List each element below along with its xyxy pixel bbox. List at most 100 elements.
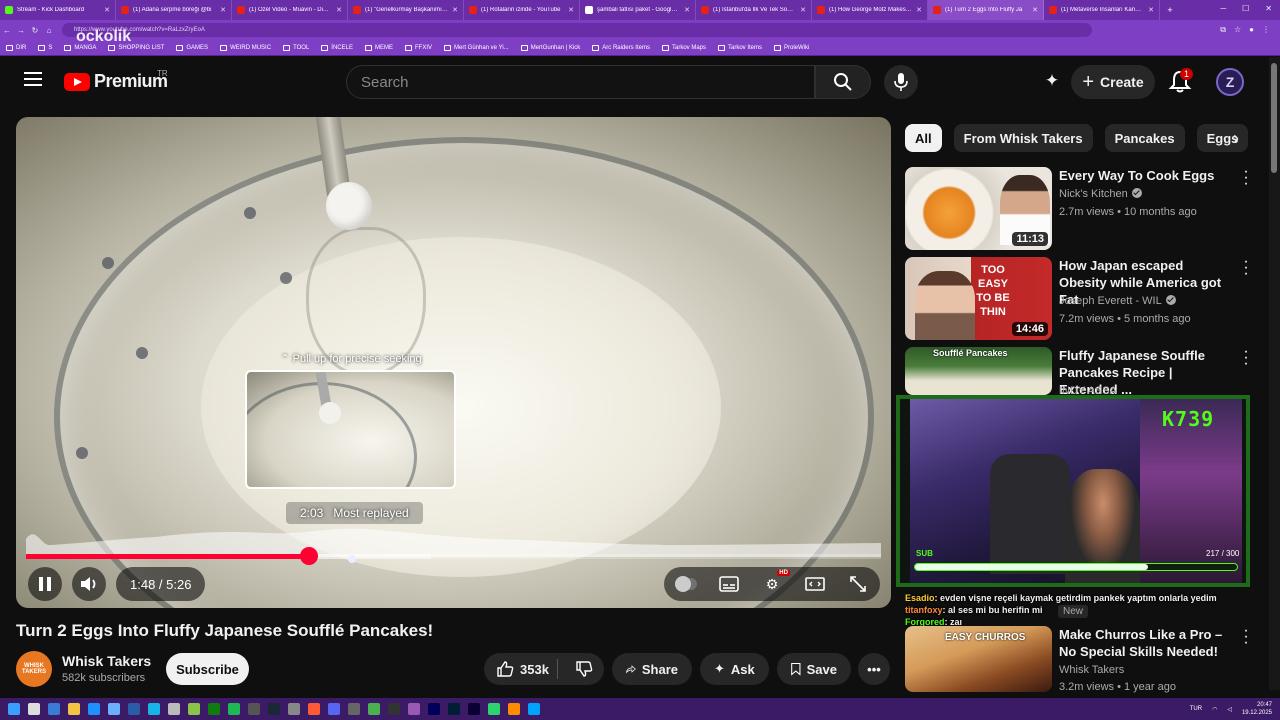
settings-button[interactable]: ⚙ HD: [761, 570, 790, 593]
app-icon[interactable]: [288, 703, 300, 715]
app-icon[interactable]: [348, 703, 360, 715]
channel-name[interactable]: Whisk Takers: [62, 653, 151, 669]
close-tab-icon[interactable]: ✕: [104, 6, 110, 14]
close-window-icon[interactable]: ✕: [1265, 4, 1272, 13]
start-icon[interactable]: [8, 703, 20, 715]
url-field[interactable]: https://www.youtube.com/watch?v=RaLzxZry…: [62, 23, 1092, 37]
bookmark-item[interactable]: Mert Günhan ve Yi...: [444, 44, 509, 51]
spotify-icon[interactable]: [228, 703, 240, 715]
video-player[interactable]: ⌃ Pull up for precise seeking 2:03 Most …: [16, 117, 891, 608]
chevron-right-icon[interactable]: ›: [1224, 126, 1248, 150]
subtitles-button[interactable]: [718, 575, 740, 593]
browser-tab[interactable]: Stream - Kick Dashboard ✕: [0, 0, 116, 20]
search-button[interactable]: [815, 65, 871, 99]
search-input[interactable]: Search: [346, 65, 815, 99]
app-icon[interactable]: [188, 703, 200, 715]
voice-search-button[interactable]: [884, 65, 918, 99]
theater-mode-button[interactable]: [804, 575, 826, 593]
kebab-menu-icon[interactable]: · · ·: [1242, 254, 1250, 282]
share-button[interactable]: Share: [612, 653, 692, 685]
bookmark-item[interactable]: FFXIV: [404, 44, 432, 51]
new-tab-icon[interactable]: +: [1160, 5, 1180, 15]
speaker-icon[interactable]: ◁: [1227, 706, 1232, 713]
chip-pancakes[interactable]: Pancakes: [1104, 124, 1185, 152]
app-icon[interactable]: [388, 703, 400, 715]
profile-icon[interactable]: ●: [1249, 25, 1254, 35]
create-button[interactable]: + Create: [1071, 65, 1155, 99]
close-tab-icon[interactable]: ✕: [568, 6, 574, 14]
kebab-menu-icon[interactable]: · · ·: [1242, 164, 1250, 192]
more-actions-button[interactable]: •••: [858, 653, 890, 685]
menu-icon[interactable]: [24, 72, 42, 86]
app-icon[interactable]: [88, 703, 100, 715]
browser-tab[interactable]: (1) Adana serpme böreği @bi ✕: [116, 0, 232, 20]
close-tab-icon[interactable]: ✕: [1148, 6, 1154, 14]
close-tab-icon[interactable]: ✕: [336, 6, 342, 14]
kebab-menu-icon[interactable]: · · ·: [1242, 344, 1250, 372]
reload-icon[interactable]: ↻: [28, 26, 42, 35]
browser-tab[interactable]: (1) How George Motz Makes NY ✕: [812, 0, 928, 20]
clock[interactable]: 20:47 19.12.2025: [1242, 701, 1272, 717]
task-view-icon[interactable]: [28, 703, 40, 715]
bookmark-item[interactable]: Tarkov Maps: [661, 44, 706, 51]
browser-tab[interactable]: (1) İstanbul'da İlk Ve Tek Sobalı ✕: [696, 0, 812, 20]
fullscreen-button[interactable]: [847, 575, 869, 593]
forward-icon[interactable]: →: [14, 26, 28, 35]
recommendation-item[interactable]: 11:13 Every Way To Cook Eggs Nick's Kitc…: [905, 164, 1250, 251]
browser-tab[interactable]: (1) Metaverse İnsanları Kandırdı ✕: [1044, 0, 1160, 20]
close-tab-icon[interactable]: ✕: [452, 6, 458, 14]
browser-menu-icon[interactable]: ⋮: [1262, 25, 1270, 35]
maximize-icon[interactable]: ☐: [1242, 4, 1249, 13]
subscribe-button[interactable]: Subscribe: [166, 653, 249, 685]
browser-tab[interactable]: (1) Turn 2 Eggs Into Fluffy Ja ✕: [928, 0, 1044, 20]
app-icon[interactable]: [48, 703, 60, 715]
bookmark-item[interactable]: WEIRD MUSIC: [220, 44, 271, 51]
app-icon[interactable]: [248, 703, 260, 715]
progress-bar[interactable]: [26, 554, 881, 559]
recommendation-thumbnail[interactable]: TOO EASY TO BE THIN 14:46: [905, 257, 1052, 340]
app-icon[interactable]: [308, 703, 320, 715]
close-tab-icon[interactable]: ✕: [800, 6, 806, 14]
browser-icon[interactable]: [148, 703, 160, 715]
bookmark-item[interactable]: Arc Raiders Items: [592, 44, 650, 51]
scrubber-knob[interactable]: [300, 547, 318, 565]
browser-tab[interactable]: (1) Rotaların izinde - YouTube ✕: [464, 0, 580, 20]
steam-icon[interactable]: [268, 703, 280, 715]
star-icon[interactable]: ☆: [1234, 25, 1241, 35]
bookmark-item[interactable]: MertGunhan | Kick: [520, 44, 580, 51]
kebab-menu-icon[interactable]: · · ·: [1242, 623, 1250, 651]
close-tab-icon[interactable]: ✕: [1032, 6, 1038, 14]
scrollbar-thumb[interactable]: [1271, 63, 1277, 173]
bookmark-item[interactable]: TOOL: [283, 44, 309, 51]
close-tab-icon[interactable]: ✕: [916, 6, 922, 14]
extensions-icon[interactable]: ⧉: [1220, 25, 1226, 35]
browser-tab[interactable]: (1) "Genelkurmay Başkanımız sı ✕: [348, 0, 464, 20]
minimize-icon[interactable]: ─: [1220, 4, 1226, 13]
bookmark-item[interactable]: S: [38, 44, 52, 51]
channel-avatar[interactable]: WHISK TAKERS: [16, 651, 52, 687]
bookmark-item[interactable]: İNCELE: [321, 44, 353, 51]
home-icon[interactable]: ⌂: [42, 26, 56, 35]
bookmark-item[interactable]: Tarkov Items: [718, 44, 762, 51]
gemini-sparkle-icon[interactable]: ✦: [1040, 69, 1064, 93]
back-icon[interactable]: ←: [0, 26, 14, 35]
app-icon[interactable]: [168, 703, 180, 715]
app-icon[interactable]: [488, 703, 500, 715]
browser-tab[interactable]: şambali tatlısı paket - Google'da ✕: [580, 0, 696, 20]
wifi-icon[interactable]: ◠: [1212, 706, 1217, 713]
close-tab-icon[interactable]: ✕: [220, 6, 226, 14]
like-button[interactable]: 353k: [484, 659, 559, 679]
chip-all[interactable]: All: [905, 124, 942, 152]
bookmark-item[interactable]: ProleWiki: [774, 44, 809, 51]
app-icon[interactable]: [408, 703, 420, 715]
page-scrollbar[interactable]: [1269, 57, 1280, 690]
dislike-button[interactable]: [564, 660, 604, 678]
language-indicator[interactable]: TUR: [1190, 706, 1202, 712]
account-avatar[interactable]: Z: [1216, 68, 1244, 96]
app-icon[interactable]: [508, 703, 520, 715]
pause-button[interactable]: [28, 567, 62, 601]
app-icon[interactable]: [128, 703, 140, 715]
after-effects-icon[interactable]: [428, 703, 440, 715]
autoplay-toggle[interactable]: [674, 575, 697, 593]
folder-icon[interactable]: [68, 703, 80, 715]
